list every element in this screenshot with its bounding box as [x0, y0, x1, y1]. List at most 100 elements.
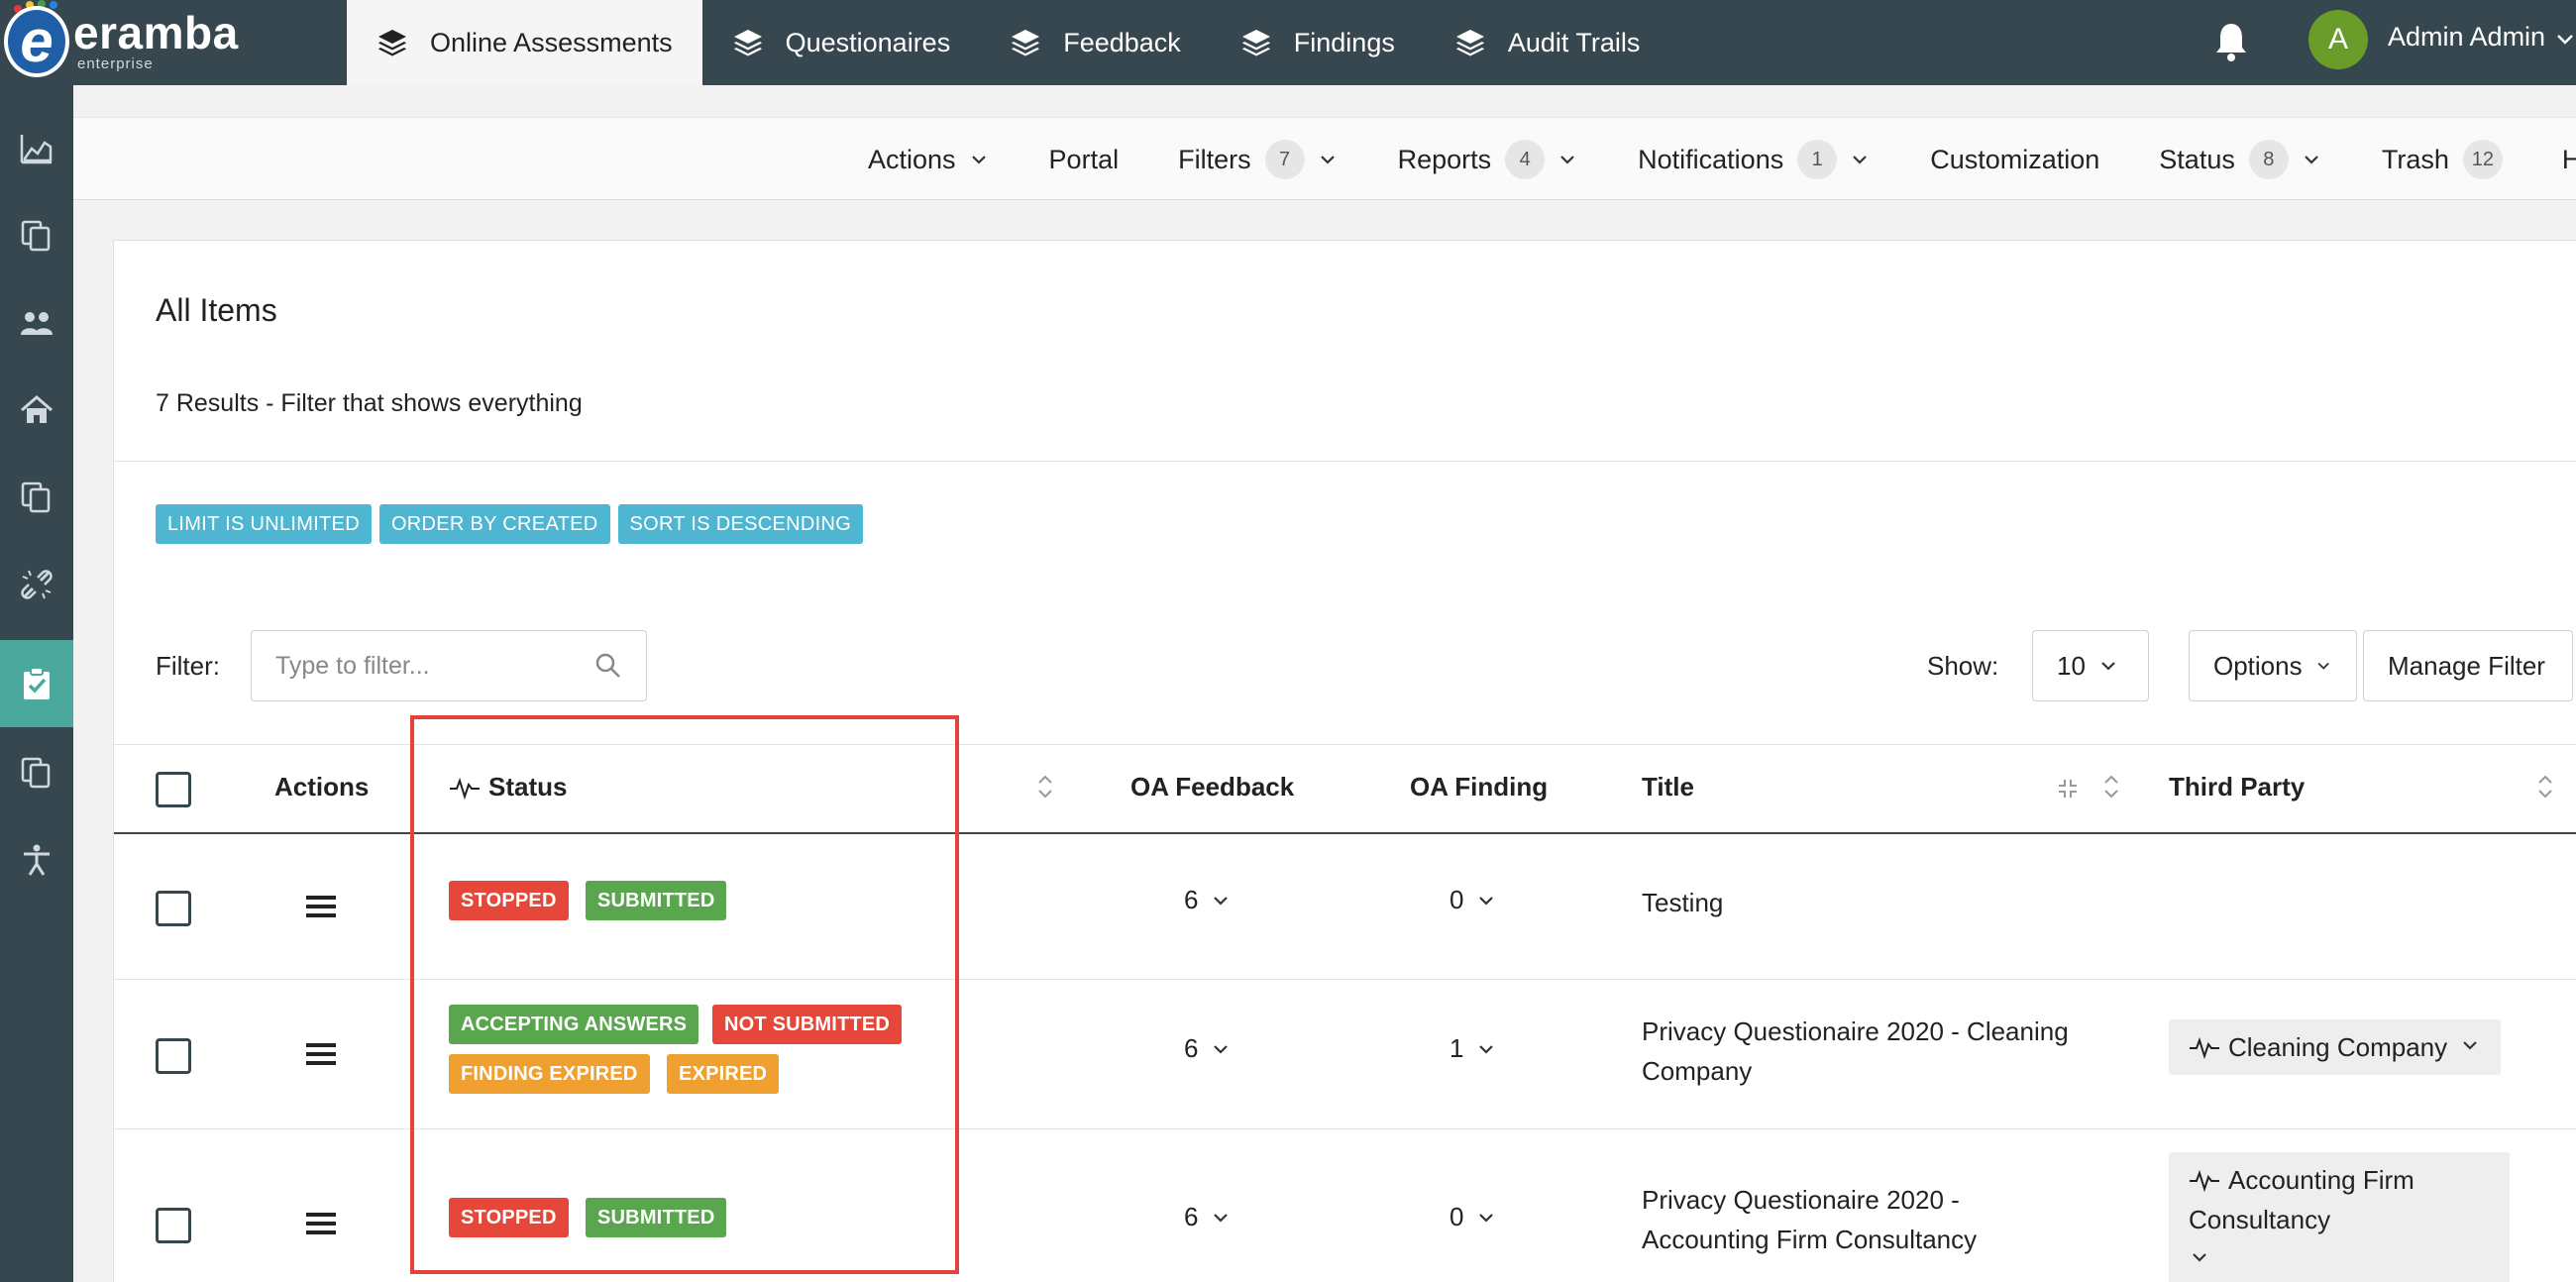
- portal-label: Portal: [1048, 144, 1120, 174]
- trash-link[interactable]: Trash 12: [2382, 140, 2503, 179]
- sort-icon[interactable]: [2535, 772, 2555, 801]
- trash-count-badge: 12: [2462, 140, 2503, 179]
- chevron-down-icon: [1320, 156, 1335, 164]
- row-actions-menu-icon[interactable]: [306, 896, 336, 917]
- sidebar-item-documents[interactable]: [0, 192, 73, 279]
- divider: [114, 979, 2576, 980]
- items-panel: All Items 7 Results - Filter that shows …: [113, 240, 2576, 1282]
- row-actions-menu-icon[interactable]: [306, 1043, 336, 1065]
- pulse-icon: [2190, 1036, 2219, 1059]
- sort-icon[interactable]: [2101, 772, 2121, 801]
- status-badge: EXPIRED: [667, 1054, 780, 1094]
- sidebar-item-links[interactable]: [0, 541, 73, 628]
- layers-icon: [1012, 30, 1040, 56]
- layers-icon: [733, 30, 762, 56]
- third-party-dropdown[interactable]: Cleaning Company: [2169, 1019, 2502, 1075]
- actions-menu[interactable]: Actions: [868, 145, 990, 175]
- row-checkbox[interactable]: [156, 891, 191, 926]
- chevron-down-icon: [1560, 156, 1574, 164]
- filter-input[interactable]: [251, 630, 647, 701]
- page-title: All Items: [156, 292, 277, 328]
- portal-link[interactable]: Portal: [1049, 145, 1120, 175]
- column-header-oa-feedback[interactable]: OA Feedback: [1130, 772, 1294, 802]
- sidebar-item-users[interactable]: [0, 279, 73, 367]
- options-button[interactable]: Options: [2189, 630, 2357, 701]
- reports-menu[interactable]: Reports 4: [1398, 140, 1579, 179]
- broken-link-icon: [21, 570, 53, 599]
- pulse-icon: [2190, 1169, 2219, 1192]
- divider: [114, 461, 2576, 462]
- bell-icon[interactable]: [2211, 20, 2251, 63]
- accessibility-icon: [24, 844, 50, 876]
- filters-menu[interactable]: Filters 7: [1178, 140, 1339, 179]
- sidebar-item-dashboard[interactable]: [0, 105, 73, 192]
- tab-label: Findings: [1293, 27, 1395, 57]
- collapse-icon[interactable]: [2056, 777, 2080, 801]
- search-icon: [595, 653, 620, 678]
- chevron-down-icon[interactable]: [2554, 28, 2576, 50]
- finding-count-dropdown[interactable]: 0: [1449, 1202, 1497, 1232]
- row-title: Testing: [1642, 888, 1724, 917]
- sidebar-item-assessments[interactable]: [0, 640, 73, 727]
- tab-label: Online Assessments: [430, 27, 673, 57]
- chevron-down-icon: [971, 156, 986, 164]
- chevron-down-icon: [1214, 1044, 1229, 1054]
- third-party-dropdown[interactable]: Accounting Firm Consultancy: [2169, 1152, 2510, 1282]
- row-title: Privacy Questionaire 2020 - Accounting F…: [1642, 1185, 1978, 1254]
- status-badge: STOPPED: [449, 881, 569, 920]
- row-checkbox[interactable]: [156, 1208, 191, 1243]
- column-header-third-party[interactable]: Third Party: [2169, 772, 2305, 802]
- filters-count-badge: 7: [1264, 140, 1305, 179]
- sidebar-item-documents-2[interactable]: [0, 454, 73, 541]
- eramba-logo[interactable]: e eramba enterprise: [0, 0, 258, 85]
- notifications-menu[interactable]: Notifications 1: [1638, 140, 1871, 179]
- tab-label: Feedback: [1063, 27, 1181, 57]
- chevron-down-icon: [1214, 896, 1229, 906]
- page-size-select[interactable]: 10: [2032, 630, 2149, 701]
- sidebar-item-accessibility[interactable]: [0, 816, 73, 904]
- page-size-value: 10: [2057, 650, 2086, 681]
- column-header-status[interactable]: Status: [449, 772, 567, 802]
- documents-icon: [21, 481, 51, 513]
- status-count-badge: 8: [2248, 140, 2289, 179]
- layers-icon: [378, 30, 406, 56]
- feedback-count-dropdown[interactable]: 6: [1184, 1202, 1232, 1232]
- feedback-count-dropdown[interactable]: 6: [1184, 885, 1232, 915]
- trash-label: Trash: [2381, 144, 2449, 174]
- top-nav: Online Assessments Questionaires Feedbac…: [347, 0, 1669, 85]
- status-menu[interactable]: Status 8: [2159, 140, 2322, 179]
- tab-feedback[interactable]: Feedback: [980, 0, 1211, 85]
- order-chip: ORDER BY CREATED: [378, 504, 610, 544]
- sidebar: [0, 85, 73, 1282]
- sidebar-item-home[interactable]: [0, 367, 73, 454]
- chevron-down-icon: [1853, 156, 1867, 164]
- select-all-checkbox[interactable]: [156, 772, 191, 807]
- brand-edition: enterprise: [77, 55, 154, 72]
- user-name[interactable]: Admin Admin: [2388, 22, 2545, 53]
- avatar[interactable]: A: [2308, 10, 2368, 69]
- tab-audit-trails[interactable]: Audit Trails: [1425, 0, 1670, 85]
- manage-filter-button[interactable]: Manage Filter: [2363, 630, 2573, 701]
- finding-count-dropdown[interactable]: 1: [1449, 1033, 1497, 1064]
- row-actions-menu-icon[interactable]: [306, 1213, 336, 1234]
- tab-online-assessments[interactable]: Online Assessments: [347, 0, 702, 85]
- tab-findings[interactable]: Findings: [1211, 0, 1425, 85]
- users-icon: [21, 312, 53, 335]
- manage-filter-label: Manage Filter: [2388, 650, 2545, 681]
- column-header-oa-finding[interactable]: OA Finding: [1410, 772, 1548, 802]
- sidebar-item-documents-3[interactable]: [0, 729, 73, 816]
- sort-icon[interactable]: [1035, 772, 1055, 801]
- tab-questionaires[interactable]: Questionaires: [702, 0, 981, 85]
- results-summary: 7 Results - Filter that shows everything: [156, 389, 583, 417]
- column-header-title[interactable]: Title: [1642, 772, 1694, 802]
- reports-count-badge: 4: [1505, 140, 1546, 179]
- feedback-count-dropdown[interactable]: 6: [1184, 1033, 1232, 1064]
- row-checkbox[interactable]: [156, 1038, 191, 1074]
- chevron-down-icon: [2305, 156, 2318, 164]
- customization-link[interactable]: Customization: [1930, 145, 2099, 175]
- help-link[interactable]: Help: [2562, 145, 2576, 175]
- filter-chips: LIMIT IS UNLIMITED ORDER BY CREATED SORT…: [156, 504, 871, 544]
- chevron-down-icon: [2101, 662, 2115, 671]
- home-icon: [21, 395, 53, 423]
- finding-count-dropdown[interactable]: 0: [1449, 885, 1497, 915]
